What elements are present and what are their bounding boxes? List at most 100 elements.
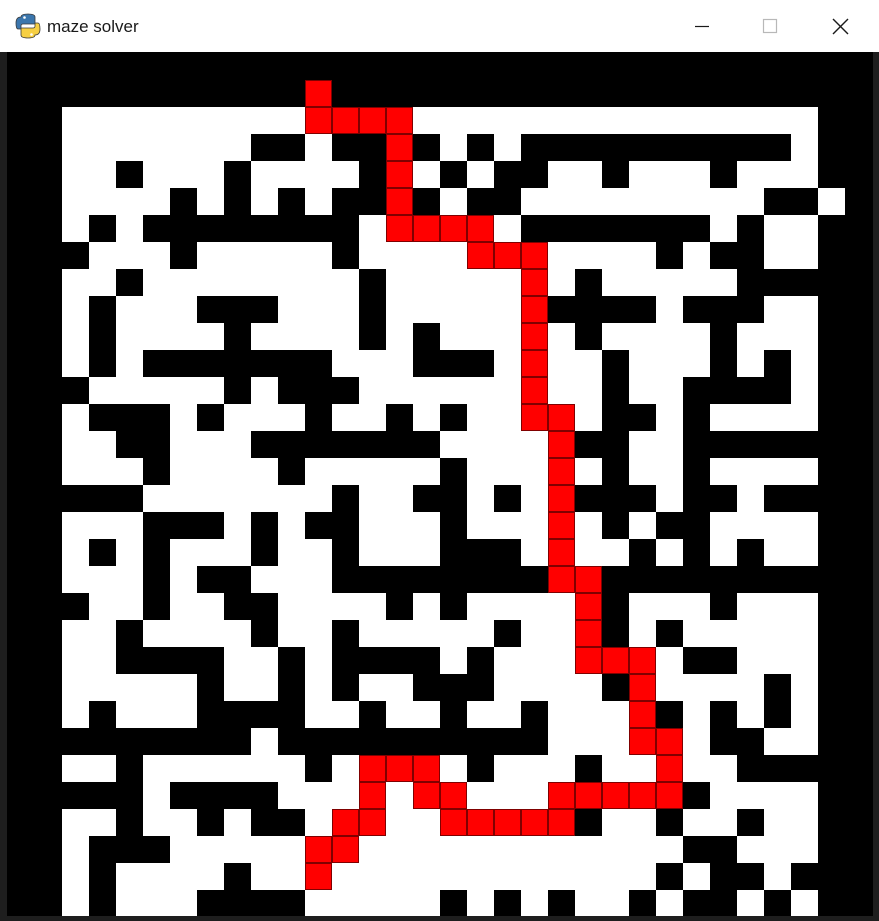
maze-wall bbox=[818, 539, 845, 566]
path-cell bbox=[548, 431, 575, 458]
path-cell bbox=[548, 512, 575, 539]
maze-wall bbox=[818, 134, 845, 161]
path-cell bbox=[548, 458, 575, 485]
maze-wall bbox=[818, 404, 845, 431]
path-cell bbox=[359, 809, 386, 836]
maze-wall bbox=[143, 458, 170, 485]
maze-wall bbox=[467, 134, 494, 161]
maze-wall bbox=[224, 161, 251, 188]
maze-wall bbox=[737, 539, 764, 566]
maze-wall bbox=[35, 512, 62, 539]
maze-wall bbox=[251, 512, 278, 539]
path-cell bbox=[413, 215, 440, 242]
maze-canvas[interactable] bbox=[7, 52, 873, 916]
maze-wall bbox=[656, 620, 683, 647]
path-cell bbox=[521, 242, 548, 269]
maze-wall bbox=[494, 485, 521, 512]
maze-wall bbox=[818, 647, 845, 674]
maze-wall bbox=[35, 161, 62, 188]
maze-wall bbox=[35, 296, 62, 323]
maze-wall bbox=[602, 377, 629, 404]
maze-wall bbox=[386, 404, 413, 431]
maze-wall bbox=[683, 404, 710, 431]
maze-wall bbox=[197, 404, 224, 431]
maze-wall bbox=[818, 728, 845, 755]
title-bar[interactable]: maze solver bbox=[0, 0, 879, 52]
window-border-left bbox=[0, 52, 7, 921]
maze-wall bbox=[575, 755, 602, 782]
path-cell bbox=[521, 809, 548, 836]
maze-wall bbox=[548, 296, 656, 323]
maze-wall bbox=[440, 512, 467, 539]
maze-wall bbox=[197, 674, 224, 701]
maze-wall bbox=[278, 188, 305, 215]
maze-wall bbox=[386, 593, 413, 620]
maze-wall bbox=[602, 161, 629, 188]
minimize-button[interactable] bbox=[669, 0, 735, 52]
maze-wall bbox=[440, 593, 467, 620]
maze-wall bbox=[818, 620, 845, 647]
maze-wall bbox=[116, 755, 143, 782]
maze-wall bbox=[143, 215, 359, 242]
maze-wall bbox=[710, 701, 737, 728]
path-cell bbox=[467, 242, 494, 269]
maze-wall bbox=[116, 161, 143, 188]
maze-wall bbox=[818, 107, 845, 134]
path-cell bbox=[548, 809, 575, 836]
maze-wall bbox=[35, 890, 62, 916]
maze-wall bbox=[791, 863, 845, 890]
maze-wall bbox=[575, 485, 656, 512]
path-cell bbox=[575, 566, 602, 593]
path-cell bbox=[575, 647, 602, 674]
maze-wall bbox=[35, 80, 845, 107]
maze-wall bbox=[143, 593, 170, 620]
maze-wall bbox=[818, 161, 845, 188]
maze-wall bbox=[521, 215, 710, 242]
maze-wall bbox=[332, 242, 359, 269]
path-cell bbox=[386, 215, 413, 242]
maze-wall bbox=[683, 458, 710, 485]
maze-wall bbox=[602, 350, 629, 377]
path-cell bbox=[602, 647, 629, 674]
maze-wall bbox=[359, 701, 386, 728]
maze-wall bbox=[683, 836, 737, 863]
maze-wall bbox=[35, 620, 62, 647]
maze-wall bbox=[170, 188, 197, 215]
path-cell bbox=[656, 755, 683, 782]
maze-wall bbox=[467, 647, 494, 674]
maze-wall bbox=[440, 701, 467, 728]
maze-wall bbox=[35, 350, 62, 377]
maze-wall bbox=[710, 350, 737, 377]
maze-wall bbox=[494, 161, 548, 188]
maze-wall bbox=[116, 620, 143, 647]
maze-wall bbox=[602, 620, 629, 647]
window-border-bottom bbox=[0, 916, 879, 921]
path-cell bbox=[413, 755, 440, 782]
maze-wall bbox=[440, 890, 467, 916]
maze-wall bbox=[197, 890, 305, 916]
maze-wall bbox=[710, 242, 764, 269]
maze-wall bbox=[602, 566, 845, 593]
maze-wall bbox=[656, 512, 710, 539]
maze-wall bbox=[494, 620, 521, 647]
maze-wall bbox=[170, 242, 197, 269]
maze-wall bbox=[818, 377, 845, 404]
maze-wall bbox=[575, 323, 602, 350]
maze-wall bbox=[710, 323, 737, 350]
maze-wall bbox=[440, 404, 467, 431]
maze-wall bbox=[764, 485, 845, 512]
maximize-button[interactable] bbox=[735, 0, 801, 52]
maze-wall bbox=[35, 701, 62, 728]
path-cell bbox=[548, 404, 575, 431]
maze-wall bbox=[35, 647, 62, 674]
path-cell bbox=[575, 620, 602, 647]
maze-wall bbox=[521, 701, 548, 728]
maze-wall bbox=[143, 566, 170, 593]
maze-wall bbox=[818, 782, 845, 809]
path-cell bbox=[305, 107, 332, 134]
path-cell bbox=[521, 296, 548, 323]
path-cell bbox=[305, 836, 332, 863]
maze-wall bbox=[35, 566, 62, 593]
path-cell bbox=[521, 269, 548, 296]
close-button[interactable] bbox=[807, 0, 873, 52]
